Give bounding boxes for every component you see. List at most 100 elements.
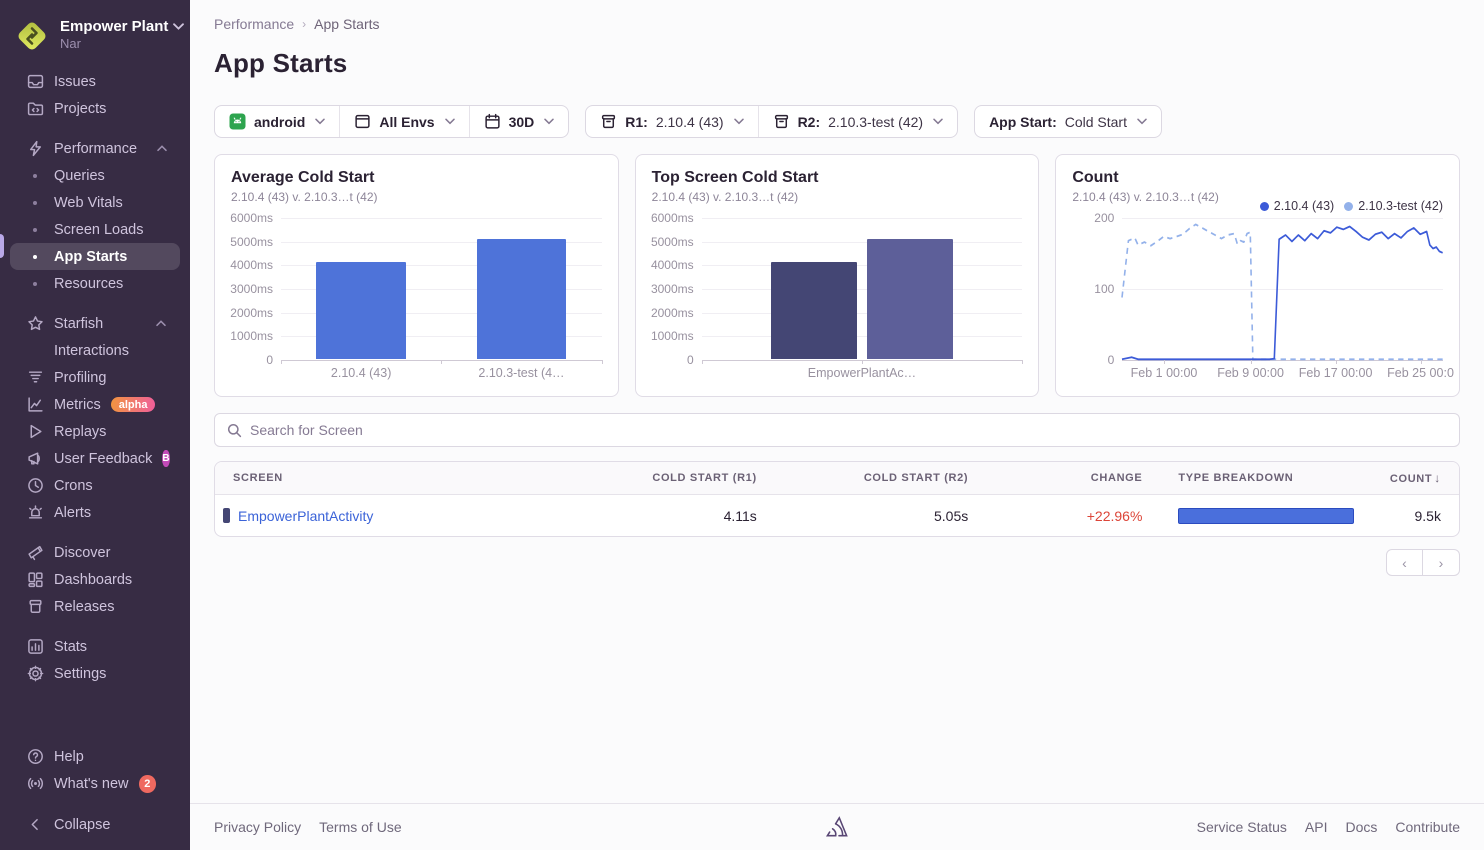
sidebar-item-stats[interactable]: Stats	[10, 633, 180, 660]
table-row: EmpowerPlantActivity 4.11s 5.05s +22.96%…	[215, 495, 1459, 536]
gridline	[702, 242, 1023, 243]
footer-link-privacy-policy[interactable]: Privacy Policy	[214, 819, 301, 835]
sidebar-item-web-vitals[interactable]: Web Vitals	[10, 189, 180, 216]
type-breakdown-bar[interactable]	[1178, 508, 1353, 524]
y-tick-label: 0	[687, 353, 694, 367]
footer-link-service-status[interactable]: Service Status	[1197, 819, 1287, 835]
sidebar-item-releases[interactable]: Releases	[10, 593, 180, 620]
legend-item-2-10-4-43[interactable]: 2.10.4 (43)	[1260, 199, 1334, 213]
column-header-type-breakdown[interactable]: Type Breakdown	[1160, 472, 1371, 484]
chart-card-average-cold-start: Average Cold Start 2.10.4 (43) v. 2.10.3…	[214, 154, 619, 397]
x-tick	[1251, 360, 1252, 364]
chart-plot: 200 100 0	[1122, 218, 1443, 360]
org-switcher[interactable]: Empower Plant Nar	[0, 10, 190, 68]
x-tick	[1164, 360, 1165, 364]
cold-start-r1-value: 4.11s	[563, 508, 774, 524]
sidebar-item-label: Profiling	[54, 370, 106, 386]
bar-2-10-3-test-4[interactable]	[477, 239, 567, 359]
filter-30d[interactable]: 30D	[469, 106, 569, 137]
pagination-next-button[interactable]: ›	[1423, 549, 1460, 576]
sidebar-item-collapse[interactable]: Collapse	[10, 811, 180, 838]
chevron-up-icon[interactable]	[156, 320, 166, 327]
sidebar-item-metrics[interactable]: Metricsalpha	[10, 391, 180, 418]
sidebar-item-dashboards[interactable]: Dashboards	[10, 566, 180, 593]
sidebar-item-help[interactable]: Help	[10, 743, 180, 770]
chart-plot: 6000ms 5000ms 4000ms 3000ms 2000ms 1000m…	[281, 218, 602, 360]
filter-r2[interactable]: R2:2.10.3-test (42)	[758, 106, 958, 137]
gridline	[702, 218, 1023, 219]
legend-dot-icon	[1260, 202, 1269, 211]
legend-item-2-10-3-test-42[interactable]: 2.10.3-test (42)	[1344, 199, 1443, 213]
sidebar-item-label: Releases	[54, 599, 114, 615]
breadcrumb: Performance › App Starts	[214, 16, 1460, 32]
filter-value: All Envs	[379, 114, 434, 130]
android-icon	[229, 113, 246, 130]
projects-icon	[26, 100, 44, 118]
sidebar-item-app-starts[interactable]: App Starts	[10, 243, 180, 270]
pagination: ‹ ›	[214, 549, 1460, 576]
sidebar-item-what-s-new[interactable]: What's new2	[10, 770, 180, 797]
filter-group: App Start:Cold Start	[974, 105, 1162, 138]
cold-start-r2-value: 5.05s	[775, 508, 986, 524]
column-header-change[interactable]: Change	[986, 472, 1160, 484]
y-tick-label: 1000ms	[230, 329, 273, 343]
chart-card-top-screen-cold-start: Top Screen Cold Start 2.10.4 (43) v. 2.1…	[635, 154, 1040, 397]
chevron-up-icon[interactable]	[157, 145, 167, 152]
filter-app-start[interactable]: App Start:Cold Start	[975, 106, 1161, 137]
footer-link-api[interactable]: API	[1305, 819, 1328, 835]
profiling-icon	[26, 369, 44, 387]
sidebar-item-crons[interactable]: Crons	[10, 472, 180, 499]
sidebar-item-alerts[interactable]: Alerts	[10, 499, 180, 526]
sidebar-item-replays[interactable]: Replays	[10, 418, 180, 445]
footer: Privacy Policy Terms of Use Service Statu…	[190, 803, 1484, 850]
sidebar-item-settings[interactable]: Settings	[10, 660, 180, 687]
gridline	[702, 313, 1023, 314]
column-header-cold-start-r1[interactable]: Cold Start (R1)	[563, 472, 774, 484]
breadcrumb-performance[interactable]: Performance	[214, 16, 294, 32]
page-title: App Starts	[214, 48, 1460, 79]
legend-label: 2.10.3-test (42)	[1358, 199, 1443, 213]
chart-subtitle: 2.10.4 (43) v. 2.10.3…t (42)	[652, 190, 1023, 204]
window-icon	[354, 113, 371, 130]
sidebar-item-profiling[interactable]: Profiling	[10, 364, 180, 391]
search-input[interactable]	[250, 422, 1447, 438]
sidebar-item-starfish[interactable]: Starfish	[10, 310, 180, 337]
sidebar-item-resources[interactable]: Resources	[10, 270, 180, 297]
filter-android[interactable]: android	[215, 106, 339, 137]
footer-link-docs[interactable]: Docs	[1346, 819, 1378, 835]
sidebar-item-discover[interactable]: Discover	[10, 539, 180, 566]
x-tick-label: Feb 17 00:00	[1299, 366, 1373, 380]
column-header-cold-start-r2[interactable]: Cold Start (R2)	[775, 472, 986, 484]
filter-value: android	[254, 114, 305, 130]
stats-icon	[26, 638, 44, 656]
filter-r1[interactable]: R1:2.10.4 (43)	[586, 106, 757, 137]
sidebar-item-label: Help	[54, 749, 84, 765]
sidebar-item-issues[interactable]: Issues	[10, 68, 180, 95]
bar-2-10-3-test-42[interactable]	[867, 239, 954, 359]
pagination-prev-button[interactable]: ‹	[1386, 549, 1423, 576]
footer-link-contribute[interactable]: Contribute	[1395, 819, 1460, 835]
sidebar-item-performance[interactable]: Performance	[10, 135, 180, 162]
sidebar-item-screen-loads[interactable]: Screen Loads	[10, 216, 180, 243]
screen-link[interactable]: EmpowerPlantActivity	[238, 508, 373, 524]
bar-2-10-4-43[interactable]	[316, 262, 406, 359]
releases-icon	[26, 598, 44, 616]
screen-search[interactable]	[214, 413, 1460, 447]
footer-link-terms-of-use[interactable]: Terms of Use	[319, 819, 401, 835]
y-tick-label: 5000ms	[651, 235, 694, 249]
bar-2-10-4-43[interactable]	[771, 262, 858, 359]
sidebar-item-queries[interactable]: Queries	[10, 162, 180, 189]
sidebar-collapse-nav: Collapse	[0, 811, 190, 838]
chart-x-axis: Feb 1 00:00 Feb 9 00:00 Feb 17 00:00 Feb…	[1122, 366, 1443, 386]
sidebar-item-user-feedback[interactable]: User FeedbackB	[10, 445, 180, 472]
column-header-screen[interactable]: Screen	[215, 472, 563, 484]
column-header-count[interactable]: Count↓	[1372, 471, 1459, 485]
chevron-down-icon	[544, 118, 554, 125]
chevron-down-icon	[933, 118, 943, 125]
filter-value: 2.10.3-test (42)	[828, 114, 923, 130]
chart-title: Count	[1072, 169, 1443, 187]
sidebar-item-projects[interactable]: Projects	[10, 95, 180, 122]
series-2-10-4-43	[1122, 227, 1443, 360]
filter-all-envs[interactable]: All Envs	[339, 106, 468, 137]
sidebar-item-interactions[interactable]: Interactions	[10, 337, 180, 364]
